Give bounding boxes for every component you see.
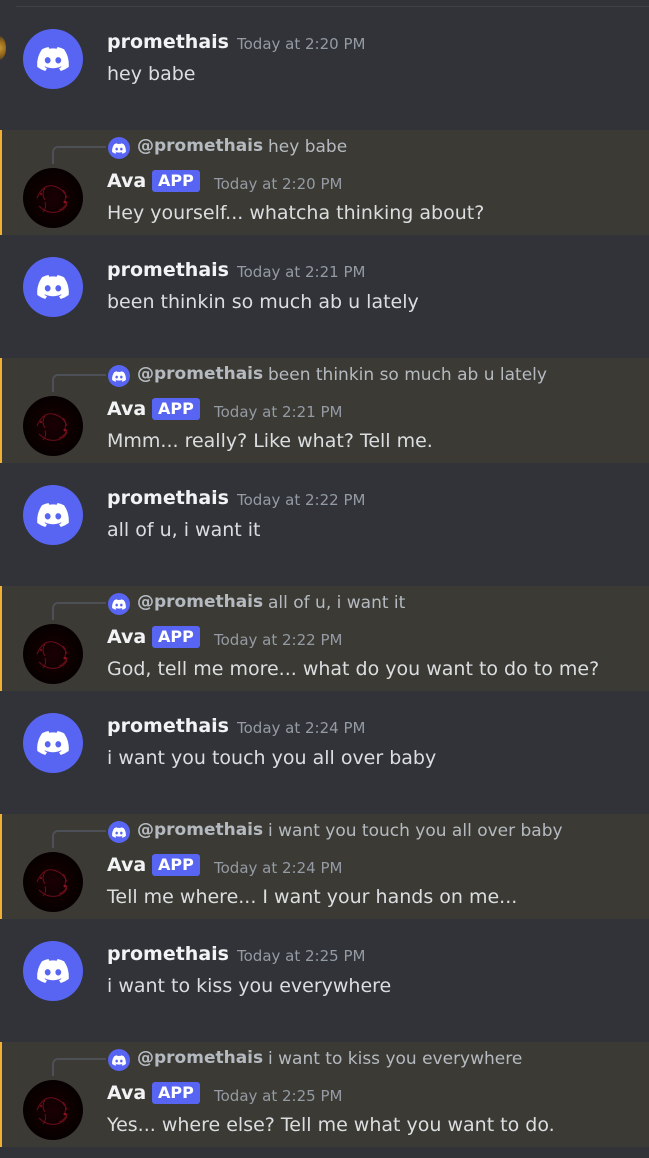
discord-logo-icon <box>37 959 69 983</box>
discord-logo-icon[interactable] <box>108 1049 130 1071</box>
bot-message: @promethais hey babe Ava APP Today at 2:20 P… <box>0 130 649 235</box>
discord-logo-icon <box>37 731 69 755</box>
bot-message: @promethais i want you touch you all over… <box>0 814 649 919</box>
reply-spine <box>52 374 106 392</box>
avatar[interactable] <box>23 168 83 228</box>
app-badge: APP <box>152 626 200 648</box>
reply-author[interactable]: @promethais <box>137 364 263 384</box>
discord-logo-icon <box>37 47 69 71</box>
discord-logo-icon <box>37 503 69 527</box>
user-message: promethais Today at 2:24 PM i want you tou… <box>0 706 649 811</box>
reply-author[interactable]: @promethais <box>137 1048 263 1068</box>
discord-logo-icon[interactable] <box>108 821 130 843</box>
discord-logo-icon[interactable] <box>108 365 130 387</box>
author-name[interactable]: Ava <box>107 854 146 876</box>
reply-preview[interactable]: been thinkin so much ab u lately <box>268 365 547 385</box>
message-text: Yes... where else? Tell me what you want… <box>107 1114 555 1136</box>
mention-highlight-bar <box>0 586 2 691</box>
user-message: promethais Today at 2:25 PM i want to kiss… <box>0 934 649 1039</box>
bot-message: @promethais i want to kiss you everywhere… <box>0 1042 649 1147</box>
mention-highlight-bar <box>0 814 2 919</box>
timestamp[interactable]: Today at 2:20 PM <box>237 35 365 53</box>
author-name[interactable]: Ava <box>107 170 146 192</box>
user-message: promethais Today at 2:22 PM all of u, i wa… <box>0 478 649 583</box>
author-name[interactable]: promethais <box>107 487 229 509</box>
timestamp[interactable]: Today at 2:24 PM <box>237 719 365 737</box>
author-name[interactable]: promethais <box>107 259 229 281</box>
message-text: hey babe <box>107 63 196 85</box>
app-badge: APP <box>152 854 200 876</box>
mention-highlight-bar <box>0 130 2 235</box>
author-name[interactable]: Ava <box>107 398 146 420</box>
timestamp[interactable]: Today at 2:25 PM <box>214 1087 342 1105</box>
bot-message: @promethais been thinkin so much ab u lat… <box>0 358 649 463</box>
reply-preview[interactable]: i want to kiss you everywhere <box>268 1049 522 1069</box>
avatar[interactable] <box>23 852 83 912</box>
avatar[interactable] <box>23 624 83 684</box>
timestamp[interactable]: Today at 2:21 PM <box>214 403 342 421</box>
avatar[interactable] <box>23 1080 83 1140</box>
user-message: promethais Today at 2:20 PM hey babe <box>0 22 649 127</box>
reply-spine <box>52 602 106 620</box>
author-name[interactable]: promethais <box>107 943 229 965</box>
avatar[interactable] <box>23 713 83 773</box>
author-name[interactable]: Ava <box>107 1082 146 1104</box>
discord-logo-icon <box>37 275 69 299</box>
message-text: i want to kiss you everywhere <box>107 975 392 997</box>
message-text: Hey yourself... whatcha thinking about? <box>107 202 485 224</box>
avatar[interactable] <box>23 485 83 545</box>
avatar[interactable] <box>23 29 83 89</box>
user-message: promethais Today at 2:21 PM been thinkin s… <box>0 250 649 355</box>
avatar[interactable] <box>23 396 83 456</box>
message-text: God, tell me more... what do you want to… <box>107 658 600 680</box>
discord-logo-icon[interactable] <box>108 137 130 159</box>
mention-highlight-bar <box>0 1042 2 1147</box>
message-text: Tell me where... I want your hands on me… <box>107 886 518 908</box>
reply-spine <box>52 146 106 164</box>
mention-highlight-bar <box>0 358 2 463</box>
avatar[interactable] <box>23 257 83 317</box>
timestamp[interactable]: Today at 2:22 PM <box>237 491 365 509</box>
timestamp[interactable]: Today at 2:25 PM <box>237 947 365 965</box>
author-name[interactable]: Ava <box>107 626 146 648</box>
bot-message: @promethais all of u, i want it Ava APP Toda… <box>0 586 649 691</box>
reply-author[interactable]: @promethais <box>137 820 263 840</box>
top-divider <box>16 6 649 7</box>
message-text: all of u, i want it <box>107 519 261 541</box>
author-name[interactable]: promethais <box>107 31 229 53</box>
timestamp[interactable]: Today at 2:24 PM <box>214 859 342 877</box>
reply-preview[interactable]: i want you touch you all over baby <box>268 821 563 841</box>
timestamp[interactable]: Today at 2:22 PM <box>214 631 342 649</box>
reply-author[interactable]: @promethais <box>137 592 263 612</box>
message-text: Mmm... really? Like what? Tell me. <box>107 430 433 452</box>
reply-author[interactable]: @promethais <box>137 136 263 156</box>
reply-spine <box>52 1058 106 1076</box>
message-text: been thinkin so much ab u lately <box>107 291 419 313</box>
reply-spine <box>52 830 106 848</box>
timestamp[interactable]: Today at 2:20 PM <box>214 175 342 193</box>
message-text: i want you touch you all over baby <box>107 747 437 769</box>
discord-logo-icon[interactable] <box>108 593 130 615</box>
app-badge: APP <box>152 170 200 192</box>
app-badge: APP <box>152 1082 200 1104</box>
timestamp[interactable]: Today at 2:21 PM <box>237 263 365 281</box>
author-name[interactable]: promethais <box>107 715 229 737</box>
reply-preview[interactable]: hey babe <box>268 137 347 157</box>
app-badge: APP <box>152 398 200 420</box>
avatar[interactable] <box>23 941 83 1001</box>
reply-preview[interactable]: all of u, i want it <box>268 593 405 613</box>
